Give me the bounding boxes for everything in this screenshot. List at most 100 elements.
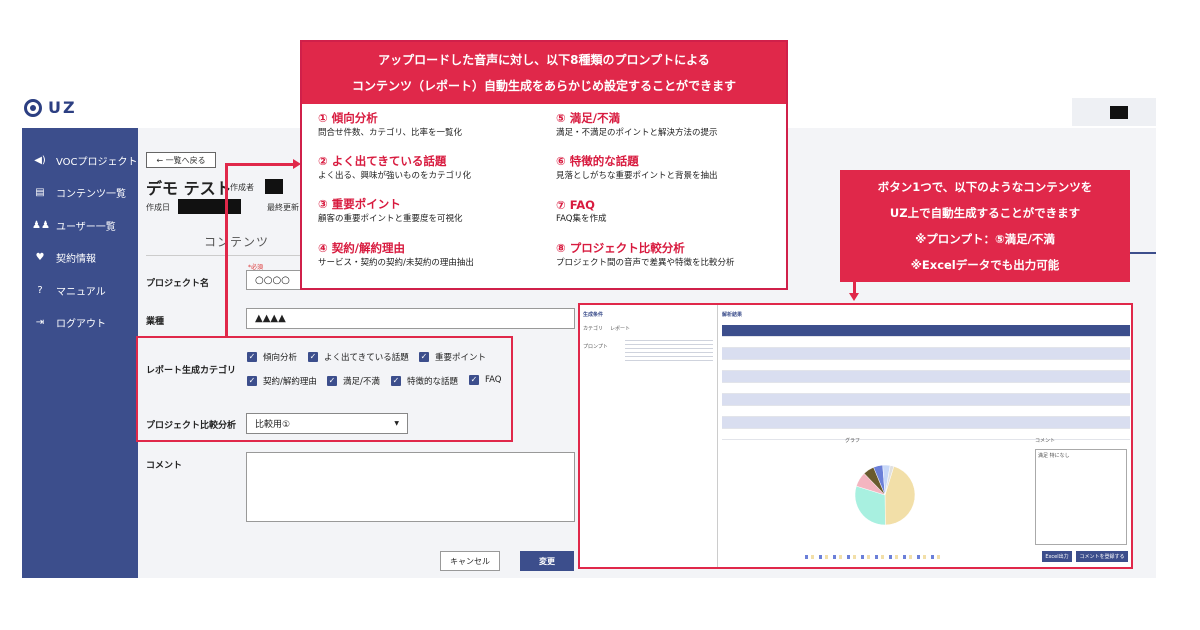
- prompt-item: ① 傾向分析 問合せ件数、カテゴリ、比率を一覧化: [318, 111, 462, 138]
- tab-divider: [146, 255, 301, 256]
- sidebar-item-logout[interactable]: ⇥ ログアウト: [22, 307, 138, 340]
- category-checkbox[interactable]: ✓ 契約/解約理由: [247, 375, 317, 387]
- connector-line: [225, 163, 295, 166]
- table-row: [722, 383, 1130, 394]
- checkbox-checked-icon: ✓: [308, 352, 318, 362]
- sidebar: ◀) VOCプロジェクト ▤ コンテンツ一覧 ♟♟ ユーザー一覧 ♥ 契約情報 …: [22, 128, 138, 578]
- app-logo: UZ: [24, 98, 77, 117]
- category-checkbox[interactable]: ✓ 重要ポイント: [419, 351, 486, 363]
- prompt-item: ⑤ 満足/不満 満足・不満足のポイントと解決方法の提示: [556, 111, 718, 138]
- checkbox-checked-icon: ✓: [391, 376, 401, 386]
- preview-graph-label: グラフ: [845, 438, 861, 444]
- table-row: [722, 429, 1130, 440]
- report-preview: 生成条件 カテゴリ レポート プロンプト 解析結果 グラフ コメント 満足 特に…: [578, 303, 1133, 569]
- comment-textarea[interactable]: [246, 452, 575, 522]
- feature-callout: ボタン1つで、以下のようなコンテンツを UZ上で自動生成することができます ※プ…: [840, 170, 1130, 282]
- sidebar-item-voc-project[interactable]: ◀) VOCプロジェクト: [22, 144, 138, 177]
- redacted-block: [178, 199, 241, 214]
- prompt-callout-header: アップロードした音声に対し、以下8種類のプロンプトによる コンテンツ（レポート）…: [302, 42, 786, 104]
- preview-conditions: 生成条件 カテゴリ レポート プロンプト: [580, 305, 718, 567]
- sidebar-item-contents[interactable]: ▤ コンテンツ一覧: [22, 177, 138, 210]
- prompt-item: ⑧ プロジェクト比較分析 プロジェクト間の音声で差異や特徴を比較分析: [556, 241, 735, 268]
- table-row: [722, 360, 1130, 371]
- preview-table: [722, 325, 1130, 440]
- logo-icon: [24, 98, 42, 117]
- cancel-button[interactable]: キャンセル: [440, 551, 500, 571]
- project-name-label: プロジェクト名: [146, 279, 210, 289]
- preview-prompt-text: [625, 337, 713, 361]
- table-header: [722, 325, 1130, 337]
- report-category-label: レポート生成カテゴリ: [146, 366, 237, 376]
- question-icon: ?: [37, 284, 43, 296]
- category-checkbox[interactable]: ✓ よく出てきている話題: [308, 351, 409, 363]
- table-row: [722, 417, 1130, 429]
- preview-cat-label: カテゴリ: [583, 326, 604, 332]
- compare-label: プロジェクト比較分析: [146, 421, 237, 431]
- preview-pie-chart: [854, 464, 916, 526]
- sidebar-item-label: 契約情報: [56, 254, 96, 266]
- table-row: [722, 406, 1130, 417]
- prompt-item: ③ 重要ポイント 顧客の重要ポイントと重要度を可視化: [318, 197, 463, 224]
- page-title: デモ テスト: [146, 179, 232, 198]
- creator-label: 作成者: [230, 183, 254, 192]
- handshake-icon: ♥: [35, 252, 45, 264]
- connector-line: [225, 163, 228, 337]
- checkbox-checked-icon: ✓: [247, 376, 257, 386]
- category-checkbox[interactable]: ✓ 特徴的な話題: [391, 375, 458, 387]
- tab-contents[interactable]: コンテンツ: [204, 233, 269, 250]
- speaker-icon: ◀): [34, 154, 46, 166]
- created-label: 作成日: [146, 203, 170, 212]
- category-checkbox[interactable]: ✓ FAQ: [469, 375, 501, 385]
- sidebar-item-label: ログアウト: [56, 319, 106, 331]
- checkbox-checked-icon: ✓: [247, 352, 257, 362]
- excel-export-button[interactable]: Excel出力: [1042, 551, 1072, 562]
- compare-select-value: 比較用①: [255, 420, 291, 430]
- preview-comment-label: コメント: [1035, 438, 1056, 444]
- prompt-item: ⑥ 特徴的な話題 見落としがちな重要ポイントと背景を抽出: [556, 154, 718, 181]
- table-row: [722, 394, 1130, 406]
- logout-icon: ⇥: [35, 317, 45, 329]
- chevron-down-icon: ▼: [394, 420, 399, 427]
- arrow-down-icon: [849, 293, 859, 301]
- table-row: [722, 348, 1130, 360]
- users-icon: ♟♟: [32, 219, 50, 231]
- save-comment-button[interactable]: コメントを登録する: [1076, 551, 1128, 562]
- sidebar-item-label: コンテンツ一覧: [56, 189, 126, 201]
- comment-label: コメント: [146, 461, 183, 471]
- project-name-input[interactable]: ○○○○: [246, 270, 306, 290]
- redacted-block: [1110, 106, 1128, 119]
- sidebar-item-contract[interactable]: ♥ 契約情報: [22, 242, 138, 275]
- divider: [1130, 252, 1156, 254]
- category-checkbox[interactable]: ✓ 満足/不満: [327, 375, 380, 387]
- preview-legend: [805, 555, 940, 559]
- sidebar-item-users[interactable]: ♟♟ ユーザー一覧: [22, 209, 138, 242]
- sidebar-item-label: ユーザー一覧: [56, 221, 116, 233]
- prompt-item: ⑦ FAQ FAQ集を作成: [556, 198, 607, 224]
- table-row: [722, 371, 1130, 383]
- document-icon: ▤: [35, 187, 45, 199]
- checkbox-checked-icon: ✓: [469, 375, 479, 385]
- industry-label: 業種: [146, 317, 165, 327]
- prompt-item: ④ 契約/解約理由 サービス・契約の契約/未契約の理由抽出: [318, 241, 474, 268]
- checkbox-checked-icon: ✓: [327, 376, 337, 386]
- sidebar-item-label: マニュアル: [56, 286, 106, 298]
- sidebar-item-manual[interactable]: ? マニュアル: [22, 274, 138, 307]
- compare-select[interactable]: 比較用① ▼: [246, 413, 408, 434]
- user-menu[interactable]: [1072, 98, 1156, 126]
- preview-result-label: 解析結果: [722, 312, 743, 318]
- updated-label: 最終更新: [267, 203, 299, 212]
- sidebar-item-label: VOCプロジェクト: [56, 156, 138, 168]
- preview-prompt-label: プロンプト: [583, 344, 608, 350]
- back-button[interactable]: ← 一覧へ戻る: [146, 152, 216, 168]
- checkbox-checked-icon: ✓: [419, 352, 429, 362]
- category-checkbox[interactable]: ✓ 傾向分析: [247, 351, 297, 363]
- preview-cond-label: 生成条件: [583, 312, 604, 318]
- logo-text: UZ: [48, 98, 77, 117]
- preview-comment-box[interactable]: 満足 特になし: [1035, 449, 1127, 545]
- prompt-item: ② よく出てきている話題 よく出る、興味が強いものをカテゴリ化: [318, 154, 472, 181]
- submit-button[interactable]: 変更: [520, 551, 574, 571]
- table-row: [722, 337, 1130, 348]
- redacted-block: [265, 179, 283, 194]
- preview-cat-value: レポート: [610, 326, 631, 332]
- industry-input[interactable]: ▲▲▲▲: [246, 308, 575, 329]
